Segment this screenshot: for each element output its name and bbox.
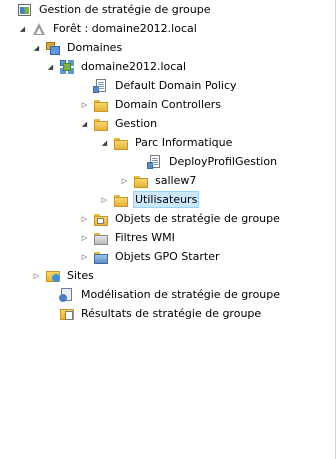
tree-item-sallew7[interactable]: ▷ sallew7 — [0, 171, 335, 190]
tree-item-label: Forêt : domaine2012.local — [53, 22, 197, 35]
ou-folder-icon — [133, 173, 149, 189]
tree-item-gpo-objects[interactable]: ▷ Objets de stratégie de groupe — [0, 209, 335, 228]
group-policy-management-icon — [17, 2, 33, 18]
tree-item-default-domain-policy[interactable]: Default Domain Policy — [0, 76, 335, 95]
tree-item-label: Filtres WMI — [115, 231, 175, 244]
tree-item-results[interactable]: Résultats de stratégie de groupe — [0, 304, 335, 323]
tree-item-label: Objets GPO Starter — [115, 250, 220, 263]
tree-item-label: domaine2012.local — [81, 60, 187, 73]
collapsed-arrow-icon[interactable]: ▷ — [79, 232, 90, 243]
gpo-link-icon — [147, 154, 163, 170]
expanded-arrow-icon[interactable]: ◢ — [17, 23, 28, 34]
tree-item-label: Default Domain Policy — [115, 79, 237, 92]
tree-item-label: Objets de stratégie de groupe — [115, 212, 280, 225]
expanded-arrow-icon[interactable]: ◢ — [79, 118, 90, 129]
tree-item-label: Gestion de stratégie de groupe — [39, 3, 211, 16]
tree-item-parc-informatique[interactable]: ◢ Parc Informatique — [0, 133, 335, 152]
collapsed-arrow-icon[interactable]: ▷ — [119, 175, 130, 186]
modeling-icon — [59, 287, 75, 303]
collapsed-arrow-icon[interactable]: ▷ — [79, 99, 90, 110]
forest-icon — [31, 21, 47, 37]
collapsed-arrow-icon[interactable]: ▷ — [79, 251, 90, 262]
gpmc-tree-view[interactable]: Gestion de stratégie de groupe ◢ Forêt :… — [0, 0, 335, 323]
tree-item-label: DeployProfilGestion — [169, 155, 278, 168]
tree-item-domains[interactable]: ◢ Domaines — [0, 38, 335, 57]
tree-item-label: Domaines — [67, 41, 123, 54]
tree-item-domain[interactable]: ◢ domaine2012.local — [0, 57, 335, 76]
ou-folder-icon — [113, 192, 129, 208]
tree-item-sites[interactable]: ▷ Sites — [0, 266, 335, 285]
ou-folder-icon — [93, 116, 109, 132]
tree-item-deployprofilgestion[interactable]: DeployProfilGestion — [0, 152, 335, 171]
tree-item-label: sallew7 — [155, 174, 197, 187]
tree-item-starter-gpos[interactable]: ▷ Objets GPO Starter — [0, 247, 335, 266]
tree-item-label: Modélisation de stratégie de groupe — [81, 288, 281, 301]
domain-icon — [59, 59, 75, 75]
tree-item-label: Utilisateurs — [133, 191, 200, 208]
gpo-link-icon — [93, 78, 109, 94]
sites-icon — [45, 268, 61, 284]
tree-item-label: Résultats de stratégie de groupe — [81, 307, 262, 320]
tree-item-forest[interactable]: ◢ Forêt : domaine2012.local — [0, 19, 335, 38]
tree-item-label: Sites — [67, 269, 94, 282]
tree-item-label: Domain Controllers — [115, 98, 222, 111]
expanded-arrow-icon[interactable]: ◢ — [45, 61, 56, 72]
expanded-arrow-icon[interactable]: ◢ — [31, 42, 42, 53]
tree-item-gestion[interactable]: ◢ Gestion — [0, 114, 335, 133]
tree-item-wmi-filters[interactable]: ▷ Filtres WMI — [0, 228, 335, 247]
wmi-folder-icon — [93, 230, 109, 246]
tree-item-label: Parc Informatique — [135, 136, 233, 149]
collapsed-arrow-icon[interactable]: ▷ — [99, 194, 110, 205]
results-icon — [59, 306, 75, 322]
expanded-arrow-icon[interactable]: ◢ — [99, 137, 110, 148]
collapsed-arrow-icon[interactable]: ▷ — [79, 213, 90, 224]
tree-item-modeling[interactable]: Modélisation de stratégie de groupe — [0, 285, 335, 304]
domains-icon — [45, 40, 61, 56]
tree-item-label: Gestion — [115, 117, 158, 130]
gpo-folder-icon — [93, 211, 109, 227]
tree-item-gpmc-root[interactable]: Gestion de stratégie de groupe — [0, 0, 335, 19]
collapsed-arrow-icon[interactable]: ▷ — [31, 270, 42, 281]
ou-folder-icon — [113, 135, 129, 151]
ou-folder-icon — [93, 97, 109, 113]
tree-item-domain-controllers[interactable]: ▷ Domain Controllers — [0, 95, 335, 114]
tree-item-utilisateurs[interactable]: ▷ Utilisateurs — [0, 190, 335, 209]
starter-gpo-folder-icon — [93, 249, 109, 265]
